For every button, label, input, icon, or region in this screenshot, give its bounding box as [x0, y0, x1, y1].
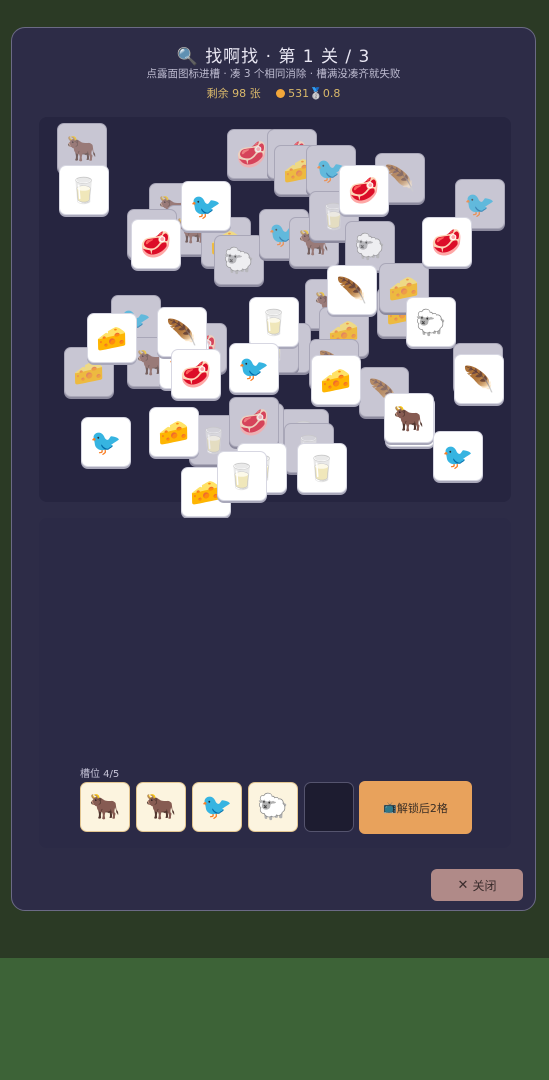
tile-meat[interactable]: 🥩 — [422, 217, 472, 267]
tile-bird[interactable]: 🐦 — [229, 343, 279, 393]
tile-meat[interactable]: 🥩 — [171, 349, 221, 399]
milk-icon: 🥛 — [226, 461, 258, 491]
cow-icon: 🐂 — [393, 403, 425, 433]
tv-icon: 📺 — [383, 801, 397, 814]
bird-icon: 🐦 — [464, 189, 496, 219]
sheep-icon: 🐑 — [223, 245, 255, 275]
tray-slot-cow: 🐂 — [136, 782, 186, 832]
unlock-slots-button[interactable]: 📺 解锁后2格 — [359, 781, 472, 834]
milk-icon: 🥛 — [258, 307, 290, 337]
tile-cheese[interactable]: 🧀 — [149, 407, 199, 457]
feather-icon: 🪶 — [463, 364, 495, 394]
meat-icon: 🥩 — [236, 139, 268, 169]
milk-icon: 🥛 — [306, 453, 338, 483]
tile-board: 🐂🥩🥩🧀🐦🐂🐂🥛🧀🐑🐦🐂🥛🪶🐑🐂🧀🐦🐦🥩🧀🐂🥛🪶🥛🐦🥛🪶🐦🧀🥛🐦🥩🧀🥛🥩🐦🥛🥩🐦… — [39, 117, 511, 517]
instructions: 点露面图标进槽 · 凑 3 个相同消除 · 槽满没凑齐就失败 — [146, 68, 401, 80]
sheep-icon: 🐑 — [257, 792, 289, 821]
tile-milk[interactable]: 🥛 — [249, 297, 299, 347]
level-title-text: 找啊找 · 第 1 关 / 3 — [205, 47, 371, 67]
close-label: 关闭 — [472, 878, 497, 893]
bird-icon: 🐦 — [238, 353, 270, 383]
tile-sheep: 🐑 — [214, 235, 264, 285]
tile-bird[interactable]: 🐦 — [81, 417, 131, 467]
milk-icon: 🥛 — [198, 425, 230, 455]
tile-feather[interactable]: 🪶 — [454, 354, 504, 404]
medal-icon: 🥈 — [309, 87, 323, 100]
search-icon: 🔍 — [176, 47, 199, 67]
background-ground — [0, 958, 549, 1080]
tile-cheese[interactable]: 🧀 — [87, 313, 137, 363]
tile-feather[interactable]: 🪶 — [327, 265, 377, 315]
cow-icon: 🐂 — [89, 792, 121, 821]
cow-icon: 🐂 — [66, 133, 98, 163]
feather-icon: 🪶 — [166, 317, 198, 347]
milk-icon: 🥛 — [68, 175, 100, 205]
bird-icon: 🐦 — [442, 441, 474, 471]
tile-meat[interactable]: 🥩 — [339, 165, 389, 215]
game-panel: 🔍 找啊找 · 第 1 关 / 3 点露面图标进槽 · 凑 3 个相同消除 · … — [11, 27, 536, 911]
cheese-icon: 🧀 — [96, 323, 128, 353]
cow-icon: 🐂 — [145, 792, 177, 821]
tray-slot-bird: 🐦 — [192, 782, 242, 832]
tile-bird[interactable]: 🐦 — [433, 431, 483, 481]
cheese-icon: 🧀 — [320, 365, 352, 395]
level-title: 🔍 找啊找 · 第 1 关 / 3 — [12, 42, 535, 67]
close-button[interactable]: ✕ 关闭 — [431, 869, 523, 901]
tile-bird[interactable]: 🐦 — [181, 181, 231, 231]
meat-icon: 🥩 — [238, 407, 270, 437]
meat-icon: 🥩 — [140, 229, 172, 259]
tray-slot-sheep: 🐑 — [248, 782, 298, 832]
tile-meat[interactable]: 🥩 — [131, 219, 181, 269]
tile-milk[interactable]: 🥛 — [59, 165, 109, 215]
feather-icon: 🪶 — [384, 163, 416, 193]
sheep-icon: 🐑 — [354, 231, 386, 261]
feather-icon: 🪶 — [336, 275, 368, 305]
coin-icon — [275, 89, 285, 98]
bird-icon: 🐦 — [201, 792, 233, 821]
tile-sheep[interactable]: 🐑 — [406, 297, 456, 347]
cheese-icon: 🧀 — [158, 417, 190, 447]
tray-slot-cow: 🐂 — [80, 782, 130, 832]
remaining-count: 剩余 98 张 — [206, 87, 261, 100]
multiplier: 0.8 — [322, 87, 341, 100]
tile-milk[interactable]: 🥛 — [217, 451, 267, 501]
tile-milk[interactable]: 🥛 — [297, 443, 347, 493]
close-icon: ✕ — [457, 877, 469, 893]
tray-slot-empty — [304, 782, 354, 832]
bird-icon: 🐦 — [90, 427, 122, 457]
tile-cheese[interactable]: 🧀 — [311, 355, 361, 405]
tile-cow[interactable]: 🐂 — [384, 393, 434, 443]
bird-icon: 🐦 — [190, 191, 222, 221]
meat-icon: 🥩 — [431, 227, 463, 257]
unlock-label: 解锁后2格 — [396, 801, 448, 815]
stats-bar: 剩余 98 张 531🥈0.8 — [12, 85, 535, 101]
coin-count: 531 — [288, 87, 310, 100]
cheese-icon: 🧀 — [73, 357, 105, 387]
tile-meat: 🥩 — [229, 397, 279, 447]
tray-label: 槽位 4/5 — [80, 769, 120, 780]
sheep-icon: 🐑 — [415, 307, 447, 337]
meat-icon: 🥩 — [348, 175, 380, 205]
meat-icon: 🥩 — [180, 359, 212, 389]
